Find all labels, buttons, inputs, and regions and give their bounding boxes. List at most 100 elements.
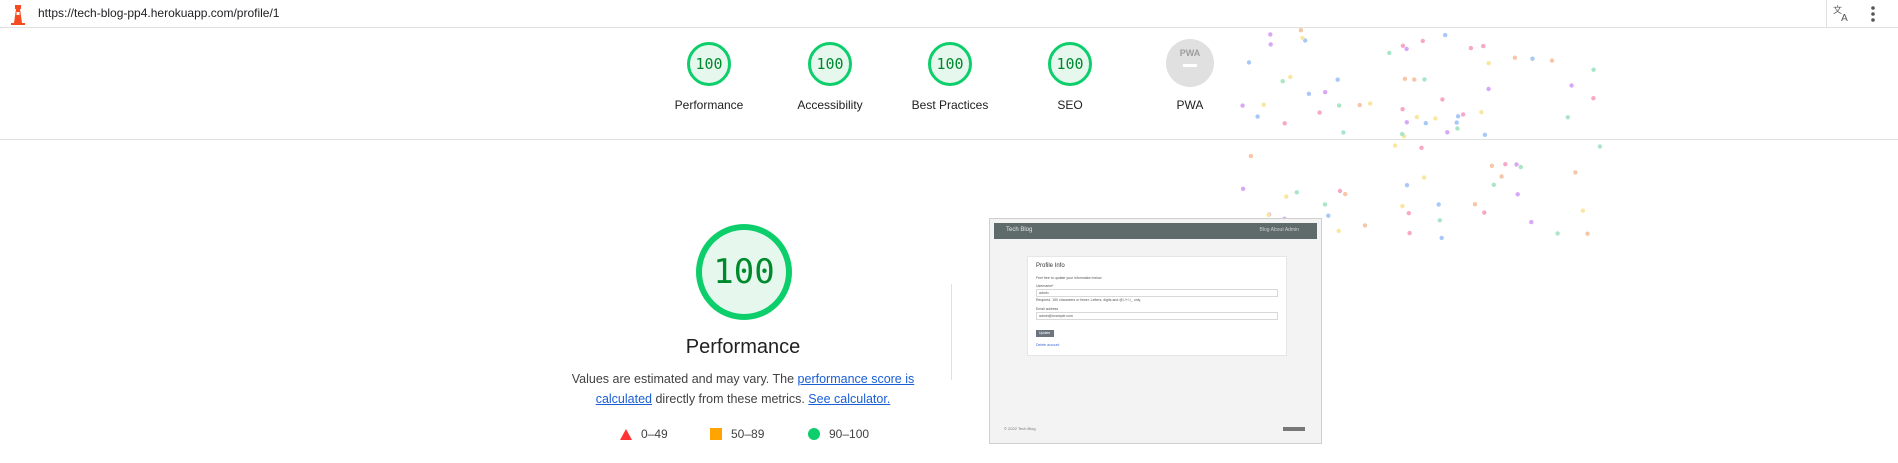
confetti-dot (1580, 208, 1586, 213)
confetti-dot (1421, 175, 1427, 180)
confetti-dot (1402, 76, 1408, 82)
circle-icon (808, 428, 820, 440)
confetti-dot (1515, 192, 1520, 197)
confetti-dot (1422, 77, 1427, 82)
confetti-dot (1300, 35, 1305, 41)
confetti-dot (1486, 86, 1491, 92)
confetti-dot (1472, 202, 1478, 207)
confetti-dot (1288, 74, 1293, 80)
confetti-dot (1337, 188, 1343, 194)
confetti-dot (1400, 131, 1405, 137)
confetti-dot (1280, 79, 1285, 84)
confetti-dot (1518, 164, 1524, 170)
thumb-card-title: Profile Info (1036, 263, 1065, 269)
confetti-dot (1404, 183, 1410, 188)
confetti-dot (1455, 114, 1461, 119)
confetti-dot (1404, 46, 1409, 52)
confetti-dot (1549, 58, 1555, 63)
legend-average: 50–89 (710, 427, 764, 441)
confetti-dot (1294, 190, 1300, 195)
confetti-dot (1406, 211, 1412, 216)
confetti-dot (1489, 163, 1495, 168)
confetti-dot (1529, 219, 1534, 225)
confetti-dot (1414, 114, 1420, 120)
confetti-dot (1400, 107, 1405, 112)
legend-fail: 0–49 (620, 427, 668, 441)
confetti-dot (1530, 56, 1535, 61)
confetti-dot (1326, 213, 1331, 218)
confetti-dot (1323, 90, 1328, 95)
thumb-help-text: Required. 150 characters or fewer. Lette… (1036, 298, 1141, 302)
thumb-brand: Tech Blog (1006, 227, 1033, 233)
confetti-dot (1335, 77, 1340, 82)
confetti-dot (1400, 43, 1406, 48)
confetti-dot (1569, 83, 1574, 88)
confetti-dot (1306, 91, 1312, 97)
confetti-dot (1585, 231, 1590, 236)
section-divider (951, 284, 952, 380)
thumb-update-label: Update (1039, 331, 1051, 335)
confetti-dot (1284, 194, 1289, 199)
confetti-dot (1261, 102, 1266, 107)
confetti-dot (1387, 50, 1392, 56)
confetti-dot (1357, 102, 1362, 108)
confetti-dot (1240, 186, 1246, 191)
confetti-dot (1573, 170, 1578, 175)
confetti-dot (1268, 42, 1273, 47)
see-calculator-link[interactable]: See calculator. (808, 392, 890, 406)
confetti-dot (1419, 145, 1424, 150)
thumb-profile-card: Profile Info Feel free to update your in… (1027, 256, 1287, 356)
confetti-dot (1491, 182, 1497, 187)
confetti-dot (1266, 212, 1271, 218)
confetti-dot (1440, 97, 1445, 102)
confetti-dot (1404, 120, 1410, 125)
confetti-dot (1423, 121, 1429, 126)
confetti-dot (1481, 43, 1486, 49)
thumb-username-label: Username* (1036, 284, 1054, 288)
thumb-delete-link: Delete account (1036, 343, 1060, 347)
confetti-dot (1565, 115, 1571, 120)
confetti-dot (1486, 61, 1491, 66)
performance-score-gauge: 100 (696, 224, 792, 320)
confetti-dot (1248, 153, 1254, 159)
thumb-email-value: admin@example.com (1039, 314, 1073, 318)
confetti-dot (1420, 38, 1426, 44)
thumb-update-button: Update (1036, 330, 1054, 337)
confetti-dot (1479, 110, 1484, 115)
confetti-dot (1597, 144, 1603, 149)
confetti-dot (1433, 116, 1438, 121)
confetti-dot (1282, 121, 1287, 126)
thumb-email-label: Email address (1036, 307, 1059, 311)
confetti-dot (1436, 202, 1441, 207)
confetti-dot (1341, 130, 1346, 135)
confetti-dot (1298, 28, 1304, 33)
thumb-navbar: Tech Blog Blog About Admin (994, 223, 1317, 239)
confetti-dot (1322, 202, 1328, 207)
legend-pass-label: 90–100 (829, 427, 870, 441)
confetti-dot (1503, 162, 1508, 167)
confetti-dot (1392, 143, 1398, 148)
legend-average-label: 50–89 (731, 427, 765, 441)
confetti-dot (1317, 110, 1322, 115)
performance-title: Performance (685, 336, 801, 358)
square-icon (710, 428, 722, 440)
performance-description: Values are estimated and may vary. The p… (568, 369, 918, 409)
thumb-username-value: admin (1039, 291, 1049, 295)
confetti-dot (1514, 162, 1519, 167)
confetti-dot (1468, 45, 1474, 51)
confetti-dot (1343, 191, 1348, 197)
confetti-dot (1555, 231, 1560, 236)
confetti-dot (1367, 101, 1373, 106)
confetti-dot (1460, 112, 1466, 117)
confetti-dot (1412, 77, 1417, 82)
confetti-dot (1336, 228, 1341, 234)
thumb-nav-links: Blog About Admin (1259, 227, 1299, 233)
confetti-dot (1362, 223, 1368, 228)
legend-pass: 90–100 (808, 427, 869, 441)
final-screenshot-thumbnail[interactable]: Tech Blog Blog About Admin Profile Info … (989, 218, 1322, 444)
confetti-dot (1512, 55, 1518, 60)
confetti-dot (1591, 96, 1596, 101)
confetti-dot (1482, 210, 1487, 215)
thumb-social-icons (1283, 427, 1305, 431)
confetti-dot (1482, 132, 1488, 137)
